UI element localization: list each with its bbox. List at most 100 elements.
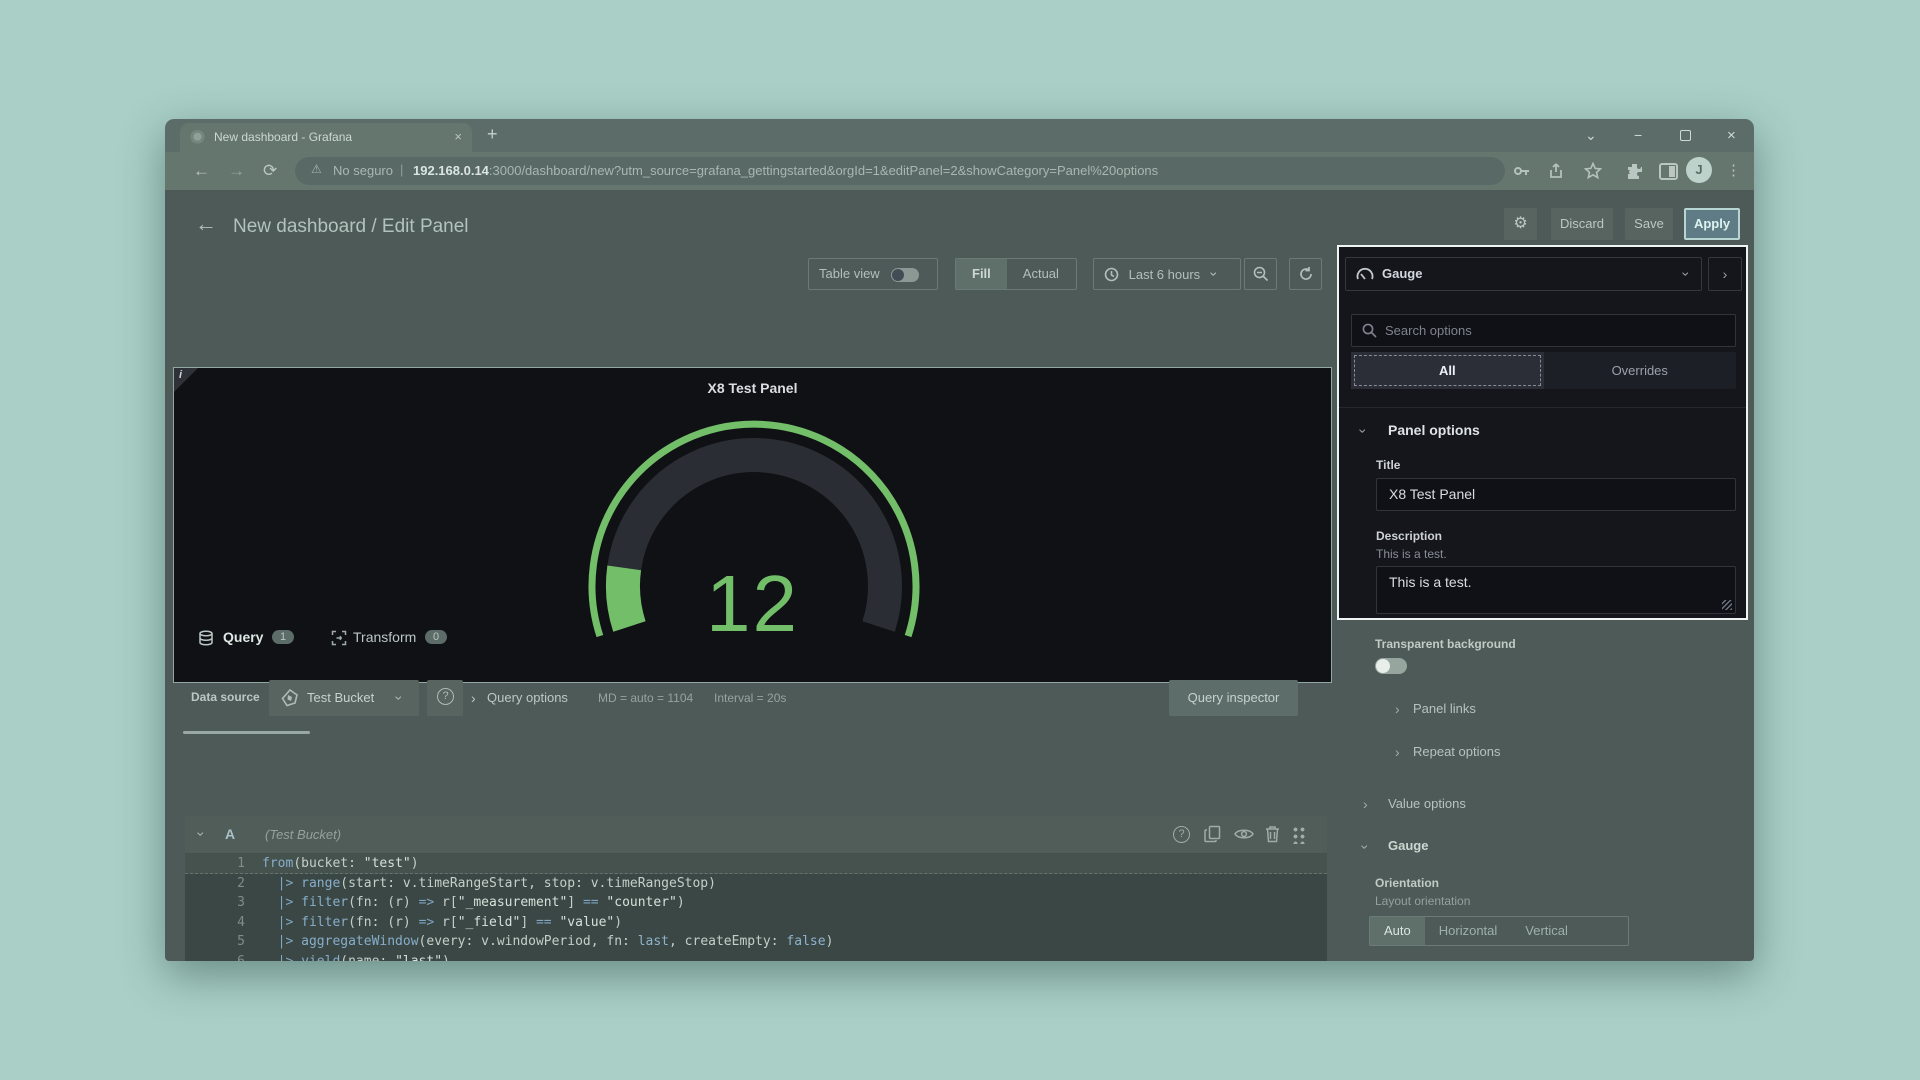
divider [1339, 407, 1746, 408]
tab-transform[interactable]: Transform [353, 629, 416, 645]
duplicate-query-icon[interactable] [1204, 825, 1222, 843]
drag-handle-icon[interactable] [1292, 826, 1306, 844]
query-inspector-button[interactable]: Query inspector [1169, 680, 1298, 716]
datasource-name: Test Bucket [307, 690, 374, 705]
repeat-options-chevron-icon: › [1395, 744, 1400, 760]
security-label: No seguro [333, 163, 393, 178]
description-label: Description [1376, 529, 1442, 543]
orientation-auto[interactable]: Auto [1370, 917, 1425, 945]
window-close-icon[interactable]: × [1727, 127, 1736, 144]
url-domain: 192.168.0.14 [413, 163, 489, 178]
apply-button[interactable]: Apply [1684, 208, 1740, 240]
extensions-puzzle-icon[interactable] [1625, 162, 1644, 181]
tab-title: New dashboard - Grafana [214, 130, 414, 144]
not-secure-warning-icon: ⚠ [311, 162, 322, 176]
datasource-picker[interactable]: Test Bucket › [269, 680, 419, 716]
panel-links-section[interactable]: Panel links [1413, 701, 1476, 716]
search-placeholder: Search options [1385, 323, 1472, 338]
collapse-pane-chevron-icon: › [1723, 258, 1728, 290]
orientation-horizontal[interactable]: Horizontal [1425, 917, 1512, 945]
time-range-picker[interactable]: Last 6 hours › [1093, 258, 1241, 290]
actual-option[interactable]: Actual [1007, 259, 1075, 289]
back-icon[interactable]: ← [193, 161, 210, 181]
transform-icon [331, 630, 347, 646]
share-icon[interactable] [1548, 162, 1566, 180]
discard-button[interactable]: Discard [1551, 208, 1613, 240]
description-textarea[interactable]: This is a test. [1376, 566, 1736, 614]
grafana-back-arrow[interactable]: ← [195, 214, 217, 234]
breadcrumb: New dashboard / Edit Panel [233, 216, 469, 238]
collapse-pane-button[interactable]: › [1708, 257, 1742, 291]
query-datasource-hint: (Test Bucket) [265, 827, 341, 842]
orientation-vertical[interactable]: Vertical [1511, 917, 1582, 945]
panel-options-header[interactable]: Panel options [1388, 422, 1480, 438]
side-panel-icon[interactable] [1659, 162, 1678, 181]
window-maximize-icon[interactable] [1680, 130, 1691, 141]
flux-query-code-editor[interactable]: 1from(bucket: "test")2 |> range(start: v… [185, 854, 1327, 961]
fill-actual-segmented: FillActual [955, 258, 1077, 290]
orientation-hint: Layout orientation [1375, 894, 1470, 908]
reload-icon[interactable]: ⟳ [263, 161, 277, 181]
query-db-icon [198, 630, 214, 646]
transparent-background-toggle[interactable] [1375, 658, 1407, 674]
query-help-icon[interactable]: ? [1173, 826, 1190, 843]
table-view-toggle[interactable] [891, 268, 919, 282]
gauge-value: 12 [174, 564, 1331, 644]
url-text: 192.168.0.14:3000/dashboard/new?utm_sour… [413, 163, 1158, 178]
zoom-out-button[interactable] [1244, 258, 1277, 290]
gauge-section-header[interactable]: Gauge [1388, 838, 1428, 853]
panel-settings-gear-button[interactable]: ⚙ [1504, 208, 1537, 240]
clock-icon [1104, 267, 1119, 282]
window-minimize-icon[interactable]: − [1634, 127, 1642, 143]
code-line[interactable]: 5 |> aggregateWindow(every: v.windowPeri… [185, 932, 1327, 952]
code-line[interactable]: 3 |> filter(fn: (r) => r["_measurement"]… [185, 893, 1327, 913]
fill-option[interactable]: Fill [956, 259, 1007, 289]
search-options-box[interactable]: Search options [1351, 314, 1736, 347]
code-line[interactable]: 1from(bucket: "test") [185, 854, 1327, 874]
orientation-label: Orientation [1375, 876, 1439, 890]
panel-options-pane: Gauge › › Search options All Overrides ›… [1337, 245, 1748, 620]
browser-tab-bar: New dashboard - Grafana × + ⌄ − × [165, 119, 1754, 152]
tab-all[interactable]: All [1351, 352, 1544, 389]
save-button[interactable]: Save [1625, 208, 1673, 240]
title-input[interactable]: X8 Test Panel [1376, 478, 1736, 511]
browser-menu-kebab-icon[interactable]: ⋮ [1726, 161, 1741, 181]
address-bar[interactable]: ⚠ No seguro | 192.168.0.14:3000/dashboar… [295, 157, 1505, 185]
datasource-help-button[interactable]: ? [427, 680, 463, 716]
tab-query[interactable]: Query [223, 629, 263, 645]
description-hint: This is a test. [1376, 547, 1447, 561]
hide-query-eye-icon[interactable] [1234, 827, 1254, 841]
browser-tab[interactable]: New dashboard - Grafana × [180, 123, 472, 152]
tab-overrides[interactable]: Overrides [1544, 352, 1737, 389]
visualization-picker[interactable]: Gauge › [1345, 257, 1702, 291]
code-line[interactable]: 4 |> filter(fn: (r) => r["_field"] == "v… [185, 913, 1327, 933]
value-options-section[interactable]: Value options [1388, 796, 1466, 811]
code-line[interactable]: 2 |> range(start: v.timeRangeStart, stop… [185, 874, 1327, 894]
refresh-button[interactable] [1289, 258, 1322, 290]
query-collapse-chevron-icon[interactable]: › [193, 832, 209, 837]
textarea-resize-handle[interactable] [1722, 600, 1732, 610]
query-row-header[interactable]: › A (Test Bucket) ? [185, 816, 1327, 854]
tab-close-icon[interactable]: × [454, 129, 462, 144]
browser-profile-avatar[interactable]: J [1686, 157, 1712, 183]
grafana-favicon [190, 130, 205, 145]
interval-text: Interval = 20s [714, 691, 786, 705]
new-tab-button[interactable]: + [487, 124, 498, 145]
max-data-points-text: MD = auto = 1104 [598, 691, 693, 705]
panel-options-chevron-icon[interactable]: › [1355, 429, 1371, 434]
query-count-badge: 1 [272, 630, 294, 644]
query-ref-id: A [225, 826, 235, 842]
forward-icon[interactable]: → [228, 161, 245, 181]
code-line[interactable]: 6 |> yield(name: "last") [185, 952, 1327, 962]
table-view-toggle-group[interactable]: Table view [808, 258, 938, 290]
repeat-options-section[interactable]: Repeat options [1413, 744, 1500, 759]
time-range-label: Last 6 hours [1129, 267, 1201, 282]
key-icon[interactable] [1513, 163, 1531, 179]
window-menu-chevron-icon[interactable]: ⌄ [1585, 127, 1597, 144]
query-options-label[interactable]: Query options [487, 690, 568, 705]
delete-query-trash-icon[interactable] [1265, 825, 1280, 843]
help-icon: ? [437, 688, 454, 705]
bookmark-star-icon[interactable] [1584, 162, 1602, 180]
query-options-chevron-icon[interactable]: › [471, 690, 476, 706]
options-tabs: All Overrides [1351, 352, 1736, 389]
